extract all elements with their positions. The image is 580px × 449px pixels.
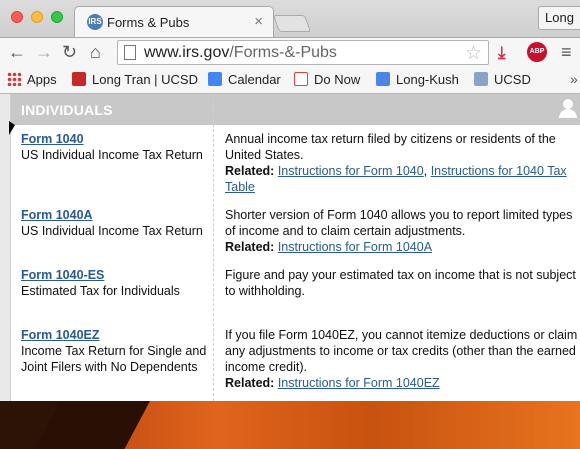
url-host: www.irs.gov (144, 44, 230, 61)
form-cell: Form 1040 US Individual Income Tax Retur… (21, 131, 211, 163)
google-icon (208, 72, 222, 86)
footer-image (0, 401, 580, 449)
form-link[interactable]: Form 1040EZ (21, 328, 100, 342)
related-label: Related: (225, 240, 275, 254)
bookmark-long-tran[interactable]: Long Tran | UCSD (72, 72, 198, 87)
menu-icon[interactable]: ≡ (561, 42, 572, 63)
left-margin (0, 94, 11, 401)
column-divider (213, 94, 214, 401)
forward-arrow-icon[interactable]: → (35, 42, 53, 63)
page-content: INDIVIDUALS Form 1040 US Individual Inco… (0, 94, 580, 401)
zoom-window-button[interactable] (51, 11, 63, 23)
form-description: Income Tax Return for Single and Joint F… (21, 344, 207, 374)
form-cell: Form 1040EZ Income Tax Return for Single… (21, 327, 211, 375)
form-link[interactable]: Form 1040A (21, 208, 93, 222)
lt-icon (72, 72, 86, 86)
download-icon[interactable]: ⤓ (498, 43, 516, 63)
table-header: INDIVIDUALS (11, 94, 580, 125)
form-summary: Shorter version of Form 1040 allows you … (225, 208, 573, 238)
page-icon (124, 45, 136, 60)
tab-close-icon[interactable]: × (254, 13, 263, 30)
related-link[interactable]: Instructions for Form 1040 (278, 164, 424, 178)
url-text: www.irs.gov/Forms-&-Pubs (144, 44, 337, 62)
browser-toolbar: ← → ↻ ⌂ www.irs.gov/Forms-&-Pubs ☆ ⤓ ABP… (0, 37, 580, 67)
minimize-window-button[interactable] (31, 11, 43, 23)
form-cell: Form 1040-ES Estimated Tax for Individua… (21, 267, 211, 299)
bookmark-do-now[interactable]: Do Now (294, 72, 360, 87)
form-summary: If you file Form 1040EZ, you cannot item… (225, 328, 578, 374)
form-summary: Annual income tax return filed by citize… (225, 132, 556, 162)
description-cell: Annual income tax return filed by citize… (225, 131, 580, 195)
back-arrow-icon[interactable]: ← (8, 42, 26, 63)
tab-strip: IRS Forms & Pubs × Long (0, 0, 580, 37)
todoist-icon (294, 72, 308, 86)
related-label: Related: (225, 376, 275, 390)
description-cell: Shorter version of Form 1040 allows you … (225, 207, 580, 255)
related-label: Related: (225, 164, 275, 178)
reload-icon[interactable]: ↻ (62, 42, 77, 63)
description-cell: Figure and pay your estimated tax on inc… (225, 267, 580, 299)
bookmark-calendar[interactable]: Calendar (208, 72, 281, 87)
address-bar[interactable]: www.irs.gov/Forms-&-Pubs ☆ (117, 40, 489, 65)
folder-icon (474, 72, 488, 86)
url-path: /Forms-&-Pubs (229, 44, 337, 61)
tab-title: Forms & Pubs (107, 15, 190, 30)
bookmark-apps[interactable]: Apps (7, 72, 57, 87)
form-link[interactable]: Form 1040 (21, 132, 84, 146)
apps-icon (7, 72, 21, 86)
section-title: INDIVIDUALS (21, 102, 113, 118)
related-link[interactable]: Instructions for Form 1040A (278, 240, 432, 254)
bookmark-long-kush[interactable]: Long-Kush (376, 72, 459, 87)
form-cell: Form 1040A US Individual Income Tax Retu… (21, 207, 211, 239)
bookmarks-bar: Apps Long Tran | UCSD Calendar Do Now Lo… (0, 67, 580, 94)
form-summary: Figure and pay your estimated tax on inc… (225, 268, 576, 298)
related-separator: , (423, 164, 428, 178)
bookmarks-more-icon[interactable]: » (570, 71, 578, 87)
irs-favicon-icon: IRS (87, 14, 103, 30)
form-description: US Individual Income Tax Return (21, 224, 203, 238)
description-cell: If you file Form 1040EZ, you cannot item… (225, 327, 580, 391)
mouse-cursor-icon (9, 121, 15, 135)
docs-icon (376, 72, 390, 86)
profile-button[interactable]: Long (538, 6, 580, 30)
form-link[interactable]: Form 1040-ES (21, 268, 104, 282)
bookmark-star-icon[interactable]: ☆ (465, 42, 482, 65)
related-link[interactable]: Instructions for Form 1040EZ (278, 376, 440, 390)
close-window-button[interactable] (11, 11, 23, 23)
adblock-plus-icon[interactable]: ABP (527, 42, 547, 62)
new-tab-button[interactable] (272, 15, 312, 32)
user-icon[interactable] (558, 99, 578, 119)
form-description: Estimated Tax for Individuals (21, 284, 180, 298)
bookmark-ucsd[interactable]: UCSD (474, 72, 531, 87)
form-description: US Individual Income Tax Return (21, 148, 203, 162)
tab-forms-pubs[interactable]: IRS Forms & Pubs × (74, 6, 274, 37)
home-icon[interactable]: ⌂ (90, 42, 101, 63)
